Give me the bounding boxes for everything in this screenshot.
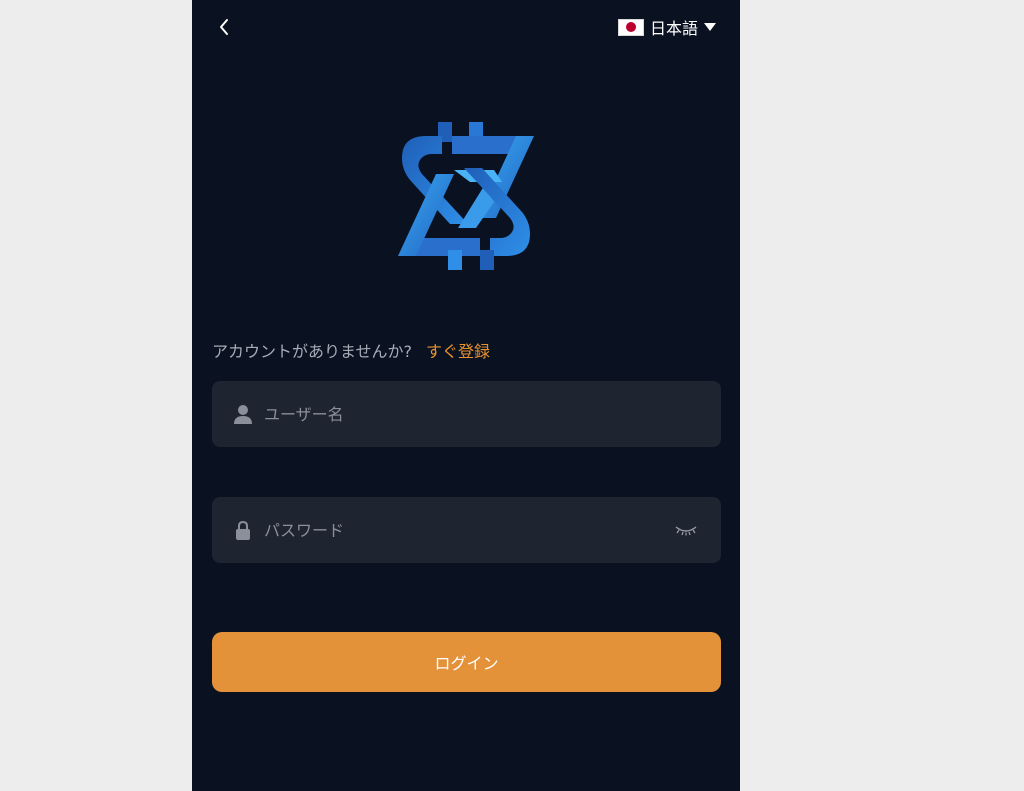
password-input[interactable] — [264, 520, 675, 540]
language-label: 日本語 — [649, 19, 698, 38]
signup-link[interactable]: すぐ登録 — [426, 342, 490, 361]
caret-down-icon — [704, 23, 716, 31]
eye-closed-icon[interactable] — [675, 523, 699, 537]
app-logo — [398, 122, 534, 270]
user-icon — [234, 404, 252, 424]
username-field[interactable] — [212, 381, 721, 447]
back-button[interactable] — [212, 14, 236, 40]
lock-icon — [234, 520, 252, 540]
username-input[interactable] — [264, 404, 699, 424]
japan-flag-icon — [617, 18, 644, 36]
chevron-left-icon — [220, 19, 228, 35]
login-screen: 日本語 アカウントがありませんか? すぐ登録 ユーザー名 ログイン — [192, 0, 740, 791]
login-button[interactable]: ログイン — [212, 632, 721, 692]
language-selector[interactable]: 日本語 — [617, 15, 716, 39]
signup-row: アカウントがありませんか? すぐ登録 — [212, 338, 490, 362]
signup-prompt: アカウントがありませんか? — [212, 342, 413, 361]
password-field[interactable] — [212, 497, 721, 563]
